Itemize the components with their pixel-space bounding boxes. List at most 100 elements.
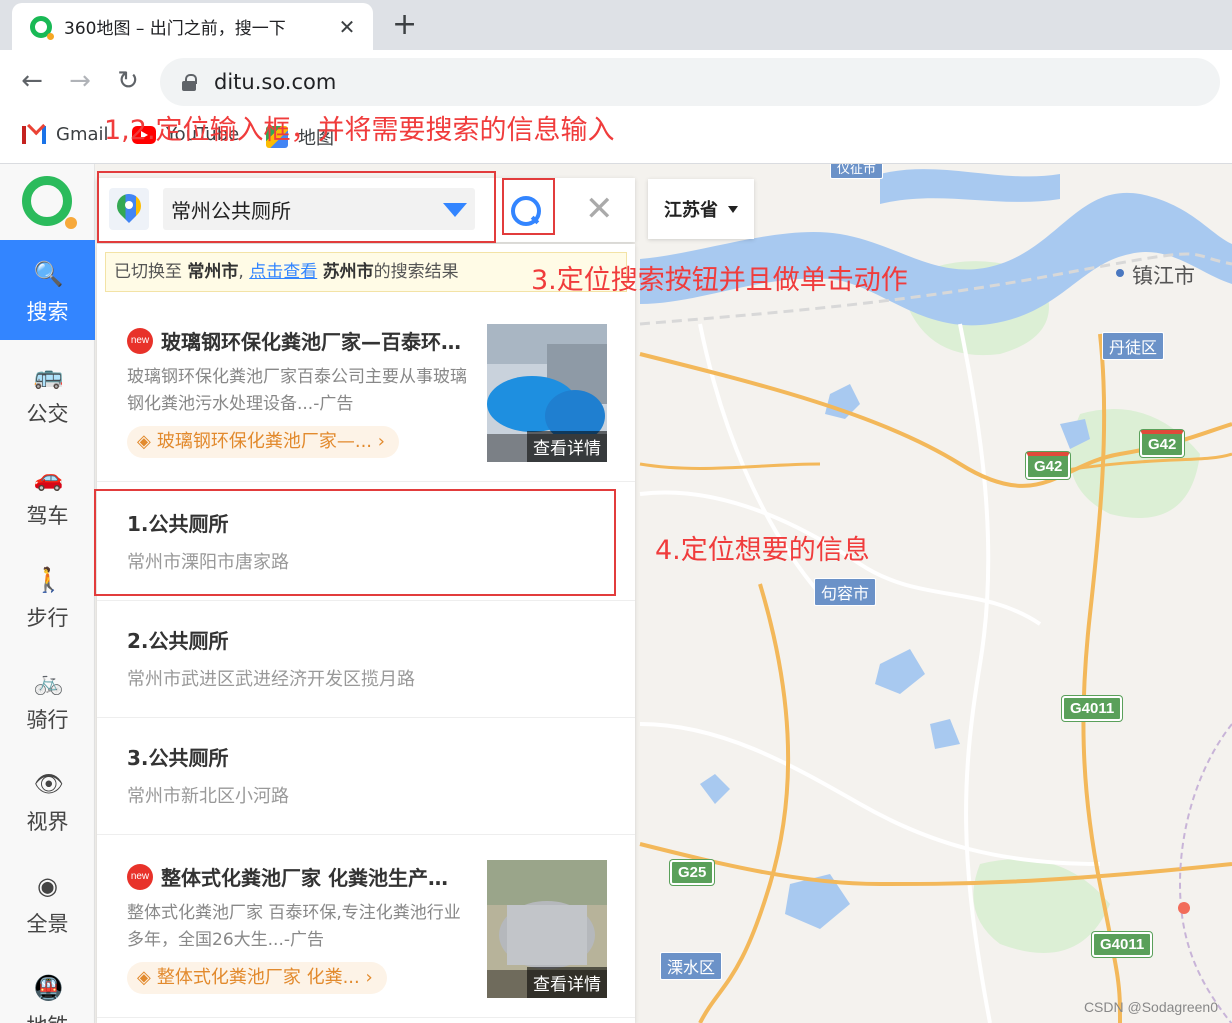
browser-tab[interactable]: 360地图 – 出门之前，搜一下 ✕ xyxy=(12,3,373,50)
new-badge: new xyxy=(127,864,153,890)
sidebar-item-label: 搜索 xyxy=(26,300,69,324)
ad-tag-label: 玻璃钢环保化粪池厂家—... xyxy=(156,431,373,452)
panorama-icon: ◉ xyxy=(37,872,58,900)
lock-icon xyxy=(182,74,197,91)
boundary-line xyxy=(1178,723,1232,1023)
search-input[interactable] xyxy=(163,188,475,230)
sidebar-item-label: 全景 xyxy=(26,912,69,936)
ad-tag-link[interactable]: ◈ 玻璃钢环保化粪池厂家—... › xyxy=(127,426,399,458)
back-button[interactable]: ← xyxy=(14,64,50,100)
district-label: 句容市 xyxy=(814,578,877,606)
result-title[interactable]: 1.公共厕所 xyxy=(127,508,229,537)
highway-road xyxy=(639,462,821,470)
subway-icon: 🚇 xyxy=(33,974,64,1002)
map-source-icon[interactable] xyxy=(109,188,149,230)
bike-icon: 🚲 xyxy=(33,668,64,696)
omnibox[interactable]: ditu.so.com xyxy=(160,58,1220,106)
annotation-step-1-2: 1,2.定位输入框，并将需要搜索的信息输入 xyxy=(104,115,615,146)
sidebar-item-label: 骑行 xyxy=(26,708,69,732)
highway-shield: G4011 xyxy=(1092,932,1153,957)
result-item[interactable]: 1.公共厕所 常州市溧阳市唐家路 xyxy=(97,484,635,601)
forward-button[interactable]: → xyxy=(62,64,98,100)
highway-shield: G4011 xyxy=(1062,696,1123,721)
gmail-icon xyxy=(22,125,46,144)
highway-shield: G42 xyxy=(1140,430,1185,457)
chevron-down-icon[interactable] xyxy=(443,203,467,217)
360-map-logo-icon[interactable] xyxy=(22,176,77,229)
sidebar-item-label: 步行 xyxy=(26,606,69,630)
notice-text: 已切换至 xyxy=(114,262,182,282)
sidebar-item-label: 地铁 xyxy=(27,1014,69,1023)
notice-city: 苏州市 xyxy=(322,262,374,282)
result-address: 常州市武进区武进经济开发区揽月路 xyxy=(127,669,415,690)
notice-link[interactable]: 点击查看 xyxy=(249,262,317,282)
walk-icon: 🚶 xyxy=(33,566,64,594)
ad-description: 玻璃钢环保化粪池厂家百泰公司主要从事玻璃钢化粪池污水处理设备...-广告 xyxy=(127,367,467,414)
browser-tab-strip: 360地图 – 出门之前，搜一下 ✕ + xyxy=(0,0,1232,50)
bookmark-gmail[interactable]: Gmail xyxy=(22,124,109,145)
result-title[interactable]: 3.公共厕所 xyxy=(127,742,229,771)
360-map-favicon-icon xyxy=(30,15,54,40)
sidebar-item-walk[interactable]: 🚶 步行 xyxy=(0,546,95,646)
city-label: 镇江市 xyxy=(1132,264,1195,288)
sidebar-item-vision[interactable]: 👁 视界 xyxy=(0,750,95,850)
district-label: 丹徒区 xyxy=(1102,332,1165,360)
ad-thumbnail[interactable]: 查看详情 xyxy=(487,324,607,462)
ad-title[interactable]: 玻璃钢环保化粪池厂家—百泰环… xyxy=(161,326,479,355)
view-detail-label[interactable]: 查看详情 xyxy=(527,967,607,998)
search-box: ✕ xyxy=(97,178,635,242)
lake xyxy=(700,774,730,804)
highway-shield: G25 xyxy=(670,860,715,885)
province-select[interactable]: 江苏省 xyxy=(648,179,754,239)
car-icon: 🚗 xyxy=(33,464,64,492)
map-marker-dot[interactable] xyxy=(1178,902,1190,914)
caret-down-icon xyxy=(728,205,738,213)
result-item[interactable]: 3.公共厕所 常州市新北区小河路 xyxy=(97,718,635,835)
tab-close-icon[interactable]: ✕ xyxy=(335,15,359,39)
ad-thumbnail[interactable]: 查看详情 xyxy=(487,860,607,998)
notice-text: 的搜索结果 xyxy=(373,262,459,282)
diamond-icon: ◈ xyxy=(137,431,151,452)
search-icon: 🔍 xyxy=(33,260,64,288)
ad-description: 整体式化粪池厂家 百泰环保,专注化粪池行业多年，全国26大生...-广告 xyxy=(127,903,461,950)
sidebar-item-bus[interactable]: 🚌 公交 xyxy=(0,342,95,442)
sidebar-item-panorama[interactable]: ◉ 全景 xyxy=(0,852,95,952)
highway-road xyxy=(639,842,1232,887)
highway-shield: G42 xyxy=(1026,452,1071,479)
sidebar-item-bike[interactable]: 🚲 骑行 xyxy=(0,648,95,748)
sidebar-item-subway[interactable]: 🚇 地铁 xyxy=(0,954,95,1023)
chevron-right-icon: › xyxy=(365,967,373,988)
result-address: 常州市新北区小河路 xyxy=(127,786,289,807)
result-item[interactable]: 2.公共厕所 常州市武进区武进经济开发区揽月路 xyxy=(97,601,635,718)
new-tab-button[interactable]: + xyxy=(392,10,417,40)
sidebar-item-search[interactable]: 🔍 搜索 xyxy=(0,240,95,340)
result-title[interactable]: 2.公共厕所 xyxy=(127,625,229,654)
ad-result[interactable]: new 整体式化粪池厂家 化粪池生产… 整体式化粪池厂家 百泰环保,专注化粪池行… xyxy=(97,842,635,1018)
ad-result[interactable]: new 玻璃钢环保化粪池厂家—百泰环… 玻璃钢环保化粪池厂家百泰公司主要从事玻璃… xyxy=(97,306,635,482)
clear-icon[interactable]: ✕ xyxy=(585,192,614,226)
sidebar-item-label: 公交 xyxy=(26,402,69,426)
sidebar-item-drive[interactable]: 🚗 驾车 xyxy=(0,444,95,544)
annotation-step-4: 4.定位想要的信息 xyxy=(655,535,870,566)
chevron-right-icon: › xyxy=(377,431,385,452)
url-text[interactable]: ditu.so.com xyxy=(214,70,336,94)
ad-tag-link[interactable]: ◈ 整体式化粪池厂家 化粪... › xyxy=(127,962,387,994)
results-panel: 已切换至 常州市, 点击查看 苏州市的搜索结果 new 玻璃钢环保化粪池厂家—百… xyxy=(97,244,635,1023)
reload-button[interactable]: ↻ xyxy=(110,64,146,100)
notice-sep: , xyxy=(238,262,244,282)
tab-title: 360地图 – 出门之前，搜一下 xyxy=(64,19,286,39)
search-button[interactable] xyxy=(507,192,543,228)
diamond-icon: ◈ xyxy=(137,967,151,988)
bookmark-label: Gmail xyxy=(56,124,109,145)
ad-title[interactable]: 整体式化粪池厂家 化粪池生产… xyxy=(161,862,479,891)
view-detail-label[interactable]: 查看详情 xyxy=(527,431,607,462)
sidebar-item-label: 视界 xyxy=(26,810,69,834)
river xyxy=(880,169,1060,204)
bus-icon: 🚌 xyxy=(33,362,64,390)
result-address: 常州市溧阳市唐家路 xyxy=(127,552,289,573)
eye-icon: 👁 xyxy=(33,770,64,798)
new-badge: new xyxy=(127,328,153,354)
city-dot xyxy=(1116,269,1124,277)
district-label: 仪征市 xyxy=(830,164,884,179)
ad-tag-label: 整体式化粪池厂家 化粪... xyxy=(156,967,360,988)
